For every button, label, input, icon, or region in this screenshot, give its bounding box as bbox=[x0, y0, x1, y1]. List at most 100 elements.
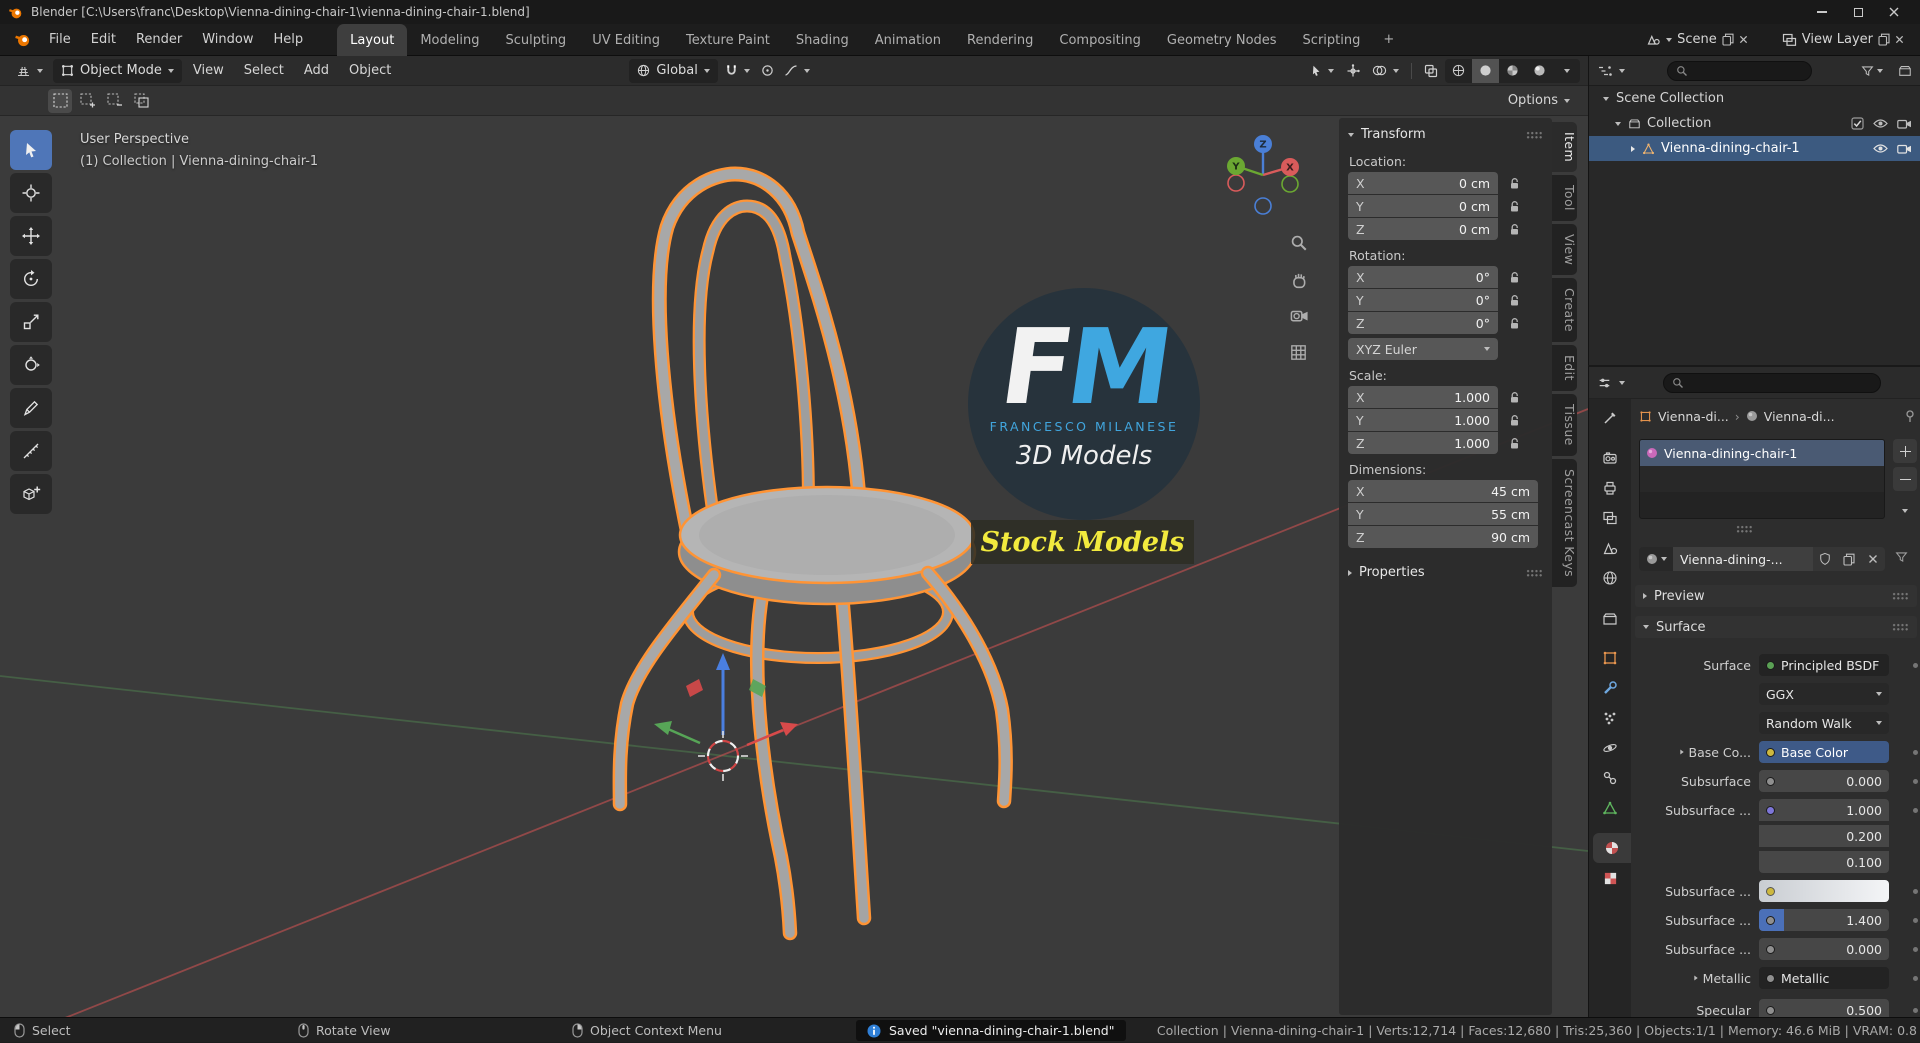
outliner-editor-icon[interactable] bbox=[1597, 64, 1612, 78]
select-mode-extend-button[interactable] bbox=[75, 89, 99, 113]
rotation-y-field[interactable]: Y 0° bbox=[1348, 289, 1498, 311]
lock-location-y-icon[interactable] bbox=[1506, 200, 1522, 213]
outliner-row-object[interactable]: Vienna-dining-chair-1 bbox=[1589, 136, 1920, 161]
distribution-dropdown[interactable]: GGX bbox=[1759, 683, 1889, 705]
minimize-button[interactable] bbox=[1804, 0, 1840, 24]
scale-z-field[interactable]: Z 1.000 bbox=[1348, 432, 1498, 454]
browse-material-button[interactable] bbox=[1639, 547, 1673, 571]
properties-search-input[interactable] bbox=[1663, 372, 1881, 393]
tool-select-box[interactable] bbox=[10, 130, 52, 170]
snap-toggle-button[interactable] bbox=[720, 59, 755, 83]
saved-notification[interactable]: Saved "vienna-dining-chair-1.blend" bbox=[856, 1020, 1126, 1041]
select-mode-intersect-button[interactable] bbox=[129, 89, 153, 113]
tool-cursor[interactable] bbox=[10, 173, 52, 213]
disable-render-camera-icon[interactable] bbox=[1897, 144, 1912, 154]
add-material-slot-button[interactable] bbox=[1893, 439, 1917, 463]
collection-label[interactable]: Collection bbox=[1647, 116, 1711, 131]
exclude-checkbox[interactable] bbox=[1851, 117, 1864, 130]
decorator-icon[interactable] bbox=[1913, 779, 1918, 784]
material-slot-selected[interactable]: Vienna-dining-chair-1 bbox=[1640, 440, 1884, 466]
tab-scene[interactable] bbox=[1589, 533, 1631, 563]
add-workspace-button[interactable]: + bbox=[1373, 24, 1404, 56]
tool-rotate[interactable] bbox=[10, 259, 52, 299]
workspace-tab-scripting[interactable]: Scripting bbox=[1290, 24, 1374, 56]
shading-material-button[interactable] bbox=[1499, 59, 1526, 83]
lock-scale-z-icon[interactable] bbox=[1506, 437, 1522, 450]
expand-icon[interactable] bbox=[1615, 121, 1621, 126]
panel-grip-icon[interactable] bbox=[1526, 130, 1543, 139]
tab-view-layer[interactable] bbox=[1589, 503, 1631, 533]
location-z-field[interactable]: Z0 cm bbox=[1348, 218, 1498, 240]
zoom-icon[interactable] bbox=[1290, 234, 1308, 252]
move-gizmo[interactable] bbox=[654, 653, 798, 747]
rotation-z-field[interactable]: Z 0° bbox=[1348, 312, 1498, 334]
camera-view-icon[interactable] bbox=[1290, 308, 1309, 323]
dimensions-z-field[interactable]: Z 90 cm bbox=[1348, 526, 1538, 548]
subsurface-ior-slider[interactable]: 1.400 bbox=[1759, 909, 1889, 931]
editor-type-button[interactable] bbox=[8, 59, 51, 83]
shading-options-chevron-icon[interactable] bbox=[1553, 59, 1580, 83]
tab-texture[interactable] bbox=[1589, 863, 1631, 893]
lock-scale-x-icon[interactable] bbox=[1506, 391, 1522, 404]
sidebar-tab-tool[interactable]: Tool bbox=[1552, 175, 1577, 221]
tool-add-cube[interactable] bbox=[10, 474, 52, 514]
proportional-falloff-dropdown[interactable] bbox=[780, 59, 814, 83]
decorator-icon[interactable] bbox=[1913, 947, 1918, 952]
transform-panel-header[interactable]: Transform bbox=[1339, 122, 1552, 147]
workspace-tab-rendering[interactable]: Rendering bbox=[954, 24, 1046, 56]
lock-location-z-icon[interactable] bbox=[1506, 223, 1522, 236]
tab-constraints[interactable] bbox=[1589, 763, 1631, 793]
select-mode-new-button[interactable] bbox=[48, 88, 72, 113]
decorator-icon[interactable] bbox=[1913, 889, 1918, 894]
outliner-row-collection[interactable]: Collection bbox=[1589, 111, 1920, 136]
workspace-tab-geometry-nodes[interactable]: Geometry Nodes bbox=[1154, 24, 1290, 56]
view-layer-copy-icon[interactable] bbox=[1878, 33, 1890, 46]
list-resize-grip[interactable] bbox=[1736, 525, 1753, 533]
subsurface-radius-y-field[interactable]: 0.200 bbox=[1759, 825, 1889, 847]
material-specials-button[interactable] bbox=[1893, 499, 1917, 523]
sidebar-tab-create[interactable]: Create bbox=[1552, 278, 1577, 343]
sidebar-tab-view[interactable]: View bbox=[1552, 223, 1577, 276]
scene-icon[interactable] bbox=[1646, 33, 1661, 47]
select-visibility-dropdown[interactable] bbox=[1305, 59, 1339, 83]
tab-particles[interactable] bbox=[1589, 703, 1631, 733]
outliner-row-scene-collection[interactable]: Scene Collection bbox=[1589, 86, 1920, 111]
workspace-tab-uv-editing[interactable]: UV Editing bbox=[579, 24, 673, 56]
material-slot-empty[interactable] bbox=[1640, 466, 1884, 492]
outliner-search-input[interactable] bbox=[1667, 60, 1812, 81]
location-x-field[interactable]: X0 cm bbox=[1348, 172, 1498, 194]
subsurface-color-swatch[interactable] bbox=[1759, 880, 1889, 902]
object-label[interactable]: Vienna-dining-chair-1 bbox=[1661, 141, 1800, 156]
blender-menu-icon[interactable] bbox=[6, 31, 39, 48]
sidebar-tab-tissue[interactable]: Tissue bbox=[1552, 393, 1577, 456]
shading-solid-button[interactable] bbox=[1472, 58, 1499, 83]
subsurface-method-dropdown[interactable]: Random Walk bbox=[1759, 712, 1889, 734]
surface-shader-field[interactable]: Principled BSDF bbox=[1759, 654, 1889, 676]
overlays-toggle-button[interactable] bbox=[1367, 59, 1404, 83]
tab-material[interactable] bbox=[1593, 833, 1631, 863]
material-slot-empty[interactable] bbox=[1640, 492, 1884, 518]
scene-browse-chevron-icon[interactable] bbox=[1666, 37, 1673, 42]
menu-render[interactable]: Render bbox=[126, 24, 192, 56]
transform-orientation-dropdown[interactable]: Global bbox=[629, 58, 718, 83]
subsurface-value-field[interactable]: 0.000 bbox=[1759, 770, 1889, 792]
tab-object-data[interactable] bbox=[1589, 793, 1631, 823]
view-layer-remove-icon[interactable] bbox=[1895, 35, 1904, 44]
decorator-icon[interactable] bbox=[1913, 1008, 1918, 1013]
scene-unlink-icon[interactable] bbox=[1739, 35, 1748, 44]
workspace-tab-modeling[interactable]: Modeling bbox=[407, 24, 492, 56]
properties-editor-icon[interactable] bbox=[1597, 376, 1612, 390]
orthographic-toggle-icon[interactable] bbox=[1290, 344, 1307, 361]
tool-annotate[interactable] bbox=[10, 388, 52, 428]
metallic-field[interactable]: Metallic bbox=[1759, 967, 1889, 989]
panel-grip-icon[interactable] bbox=[1892, 592, 1909, 600]
decorator-icon[interactable] bbox=[1913, 750, 1918, 755]
sidebar-tab-item[interactable]: Item bbox=[1552, 122, 1577, 173]
lock-rotation-y-icon[interactable] bbox=[1506, 294, 1522, 307]
viewport-3d[interactable]: User Perspective (1) Collection | Vienna… bbox=[0, 116, 1588, 1017]
panel-grip-icon[interactable] bbox=[1526, 568, 1543, 577]
expand-icon[interactable] bbox=[1631, 145, 1635, 152]
decorator-icon[interactable] bbox=[1913, 976, 1918, 981]
dimensions-x-field[interactable]: X 45 cm bbox=[1348, 480, 1538, 502]
tab-render[interactable] bbox=[1589, 443, 1631, 473]
